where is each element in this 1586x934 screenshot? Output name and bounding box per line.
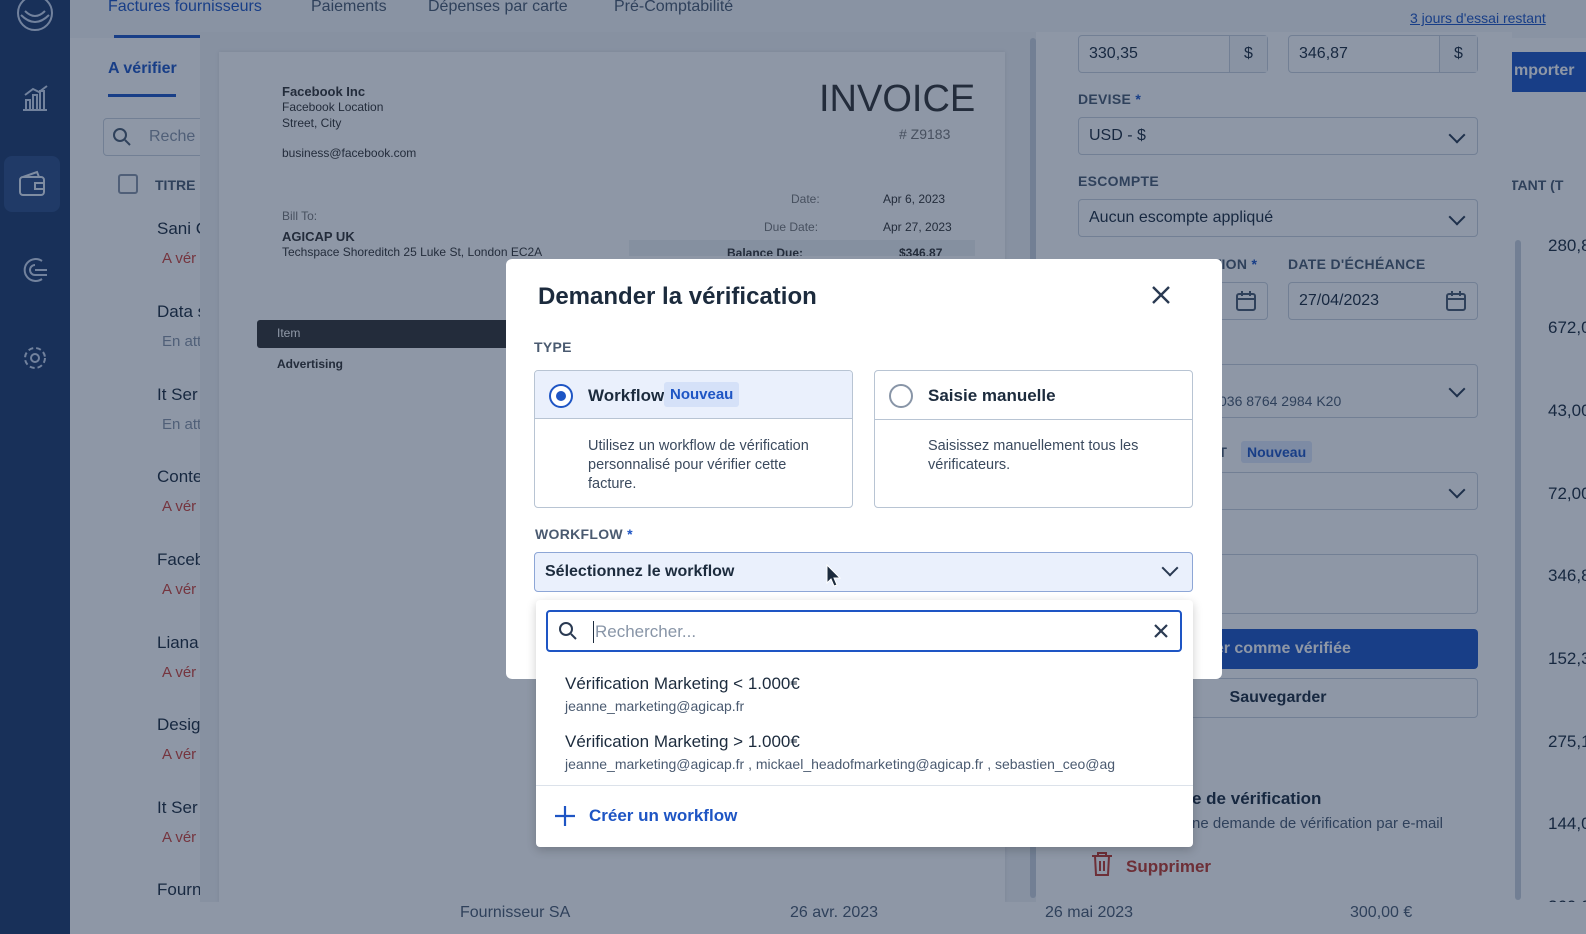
modal-title: Demander la vérification [538,283,817,310]
text-cursor [593,621,594,643]
mouse-cursor-icon [826,563,842,593]
divider [875,419,1192,420]
manual-option-description: Saisissez manuellement tous les vérifica… [928,438,1139,473]
workflow-option[interactable]: Vérification Marketing < 1.000€ jeanne_m… [536,662,1193,718]
workflow-radio[interactable] [549,384,573,408]
manual-option-label: Saisie manuelle [928,386,1056,405]
clear-icon[interactable] [1152,622,1170,645]
type-label: TYPE [534,339,572,355]
workflow-option-label: Workflow [588,386,665,405]
chevron-down-icon [1161,559,1179,577]
workflow-search-input[interactable]: Rechercher... [546,610,1182,652]
nouveau-badge: Nouveau [664,382,740,407]
workflow-select[interactable]: Sélectionnez le workflow [534,552,1193,592]
close-icon[interactable] [1149,283,1173,312]
plus-icon [554,805,576,832]
workflow-label: WORKFLOW * [535,526,633,542]
type-option-manual[interactable]: Saisie manuelle Saisissez manuellement t… [874,370,1193,508]
workflow-option-description: Utilisez un workflow de vérification per… [588,438,809,492]
search-icon [558,621,578,646]
manual-radio[interactable] [889,384,913,408]
type-option-workflow[interactable]: Workflow Nouveau Utilisez un workflow de… [534,370,853,508]
create-workflow-button[interactable]: Créer un workflow [536,786,1193,844]
workflow-option[interactable]: Vérification Marketing > 1.000€ jeanne_m… [536,720,1193,776]
